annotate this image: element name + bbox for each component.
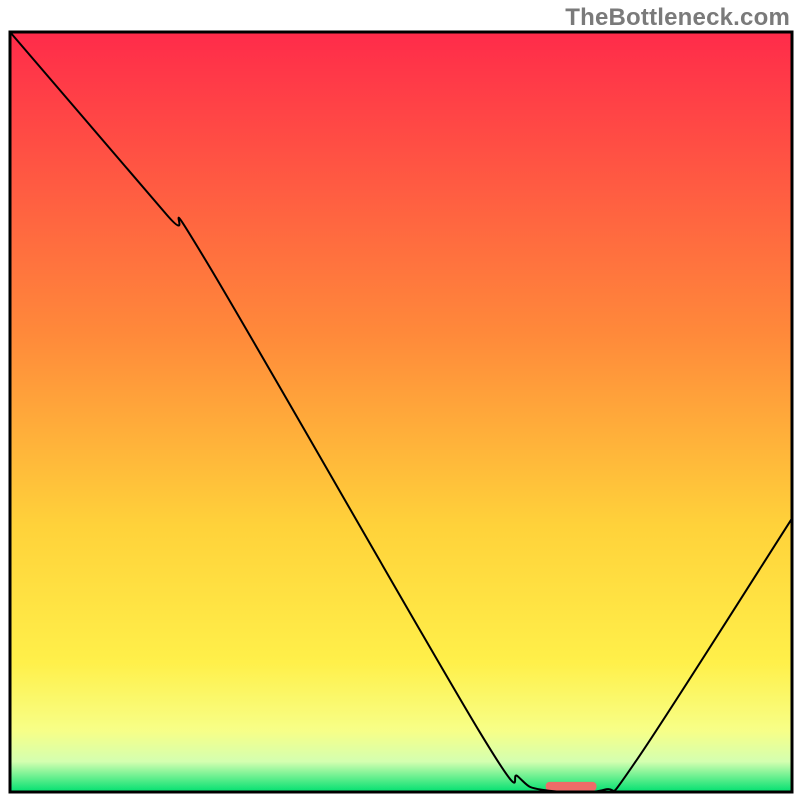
minimum-marker [546, 782, 597, 791]
bottleneck-chart [0, 0, 800, 800]
watermark-label: TheBottleneck.com [565, 4, 790, 32]
plot-background [10, 32, 792, 792]
chart-container: TheBottleneck.com [0, 0, 800, 800]
